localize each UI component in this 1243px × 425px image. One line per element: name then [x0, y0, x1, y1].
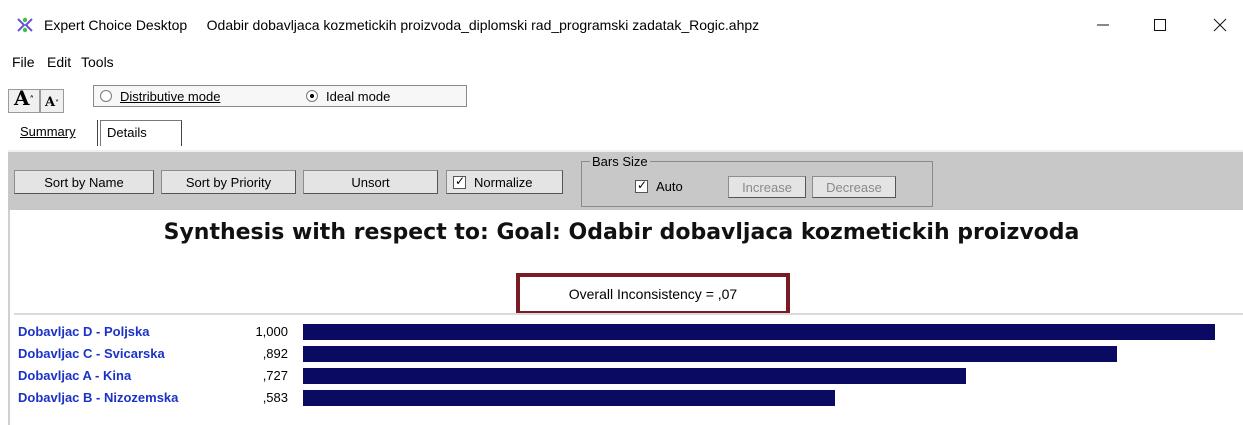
- distributive-mode-label[interactable]: Distributive mode: [120, 89, 220, 104]
- ideal-mode-label[interactable]: Ideal mode: [326, 89, 390, 104]
- ideal-mode-radio[interactable]: [306, 90, 318, 102]
- synthesis-title: Synthesis with respect to: Goal: Odabir …: [163, 220, 1080, 245]
- normalize-checkbox[interactable]: [453, 174, 466, 189]
- priority-value: ,892: [262, 346, 288, 361]
- priority-bar: [303, 346, 1117, 362]
- alternative-name: Dobavljac A - Kina: [18, 368, 132, 383]
- maximize-button[interactable]: [1145, 13, 1175, 37]
- minimize-icon: [1097, 24, 1109, 26]
- bars-size-title: Bars Size: [590, 154, 650, 169]
- menu-tools[interactable]: Tools: [81, 54, 114, 70]
- distributive-mode-radio[interactable]: [100, 90, 112, 102]
- auto-checkbox[interactable]: [635, 178, 648, 193]
- divider: [14, 313, 1243, 315]
- title-bar: Expert Choice Desktop Odabir dobavljaca …: [0, 0, 1243, 50]
- auto-label[interactable]: Auto: [656, 179, 683, 194]
- menu-edit[interactable]: Edit: [47, 54, 71, 70]
- close-icon: [1213, 18, 1227, 32]
- expert-choice-logo-icon: [17, 17, 33, 33]
- priority-value: ,727: [262, 368, 288, 383]
- priority-bar: [303, 368, 966, 384]
- decrease-button[interactable]: Decrease: [812, 176, 896, 198]
- font-increase-icon: A: [13, 86, 30, 110]
- app-name: Expert Choice Desktop: [44, 17, 188, 33]
- distributive-mode-text: Distributive mode: [120, 89, 221, 104]
- view-tabs: Summary Details: [0, 120, 1243, 150]
- window-title: Expert Choice Desktop Odabir dobavljaca …: [44, 17, 759, 33]
- priority-bar: [303, 390, 835, 406]
- sort-by-name-button[interactable]: Sort by Name: [14, 170, 154, 194]
- normalize-toggle[interactable]: Normalize: [446, 170, 563, 194]
- tab-details[interactable]: Details: [100, 120, 182, 146]
- priority-value: ,583: [262, 390, 288, 405]
- mode-selector: Distributive mode Ideal mode: [93, 85, 467, 107]
- alternative-name: Dobavljac C - Svicarska: [18, 346, 165, 361]
- tab-summary-label: Summary: [20, 124, 76, 139]
- increase-button[interactable]: Increase: [728, 176, 806, 198]
- close-button[interactable]: [1205, 13, 1235, 37]
- normalize-label: Normalize: [474, 174, 533, 190]
- alternative-name: Dobavljac D - Poljska: [18, 324, 150, 339]
- menu-bar: File Edit Tools: [0, 50, 1243, 76]
- priority-bar: [303, 324, 1215, 340]
- inconsistency-highlight: Overall Inconsistency = ,07: [516, 273, 790, 315]
- overall-inconsistency: Overall Inconsistency = ,07: [568, 286, 738, 302]
- sort-by-priority-button[interactable]: Sort by Priority: [161, 170, 296, 194]
- file-name: Odabir dobavljaca kozmetickih proizvoda_…: [206, 17, 760, 33]
- tab-summary[interactable]: Summary: [14, 120, 98, 146]
- minimize-button[interactable]: [1088, 13, 1118, 37]
- decrease-font-button[interactable]: A ˅: [40, 89, 64, 113]
- priority-value: 1,000: [255, 324, 288, 339]
- increase-font-button[interactable]: A ˄: [8, 86, 40, 113]
- font-decrease-icon: A: [44, 95, 56, 110]
- alternative-name: Dobavljac B - Nizozemska: [18, 390, 179, 405]
- menu-file[interactable]: File: [12, 54, 35, 70]
- maximize-icon: [1154, 19, 1166, 31]
- unsort-button[interactable]: Unsort: [303, 170, 438, 194]
